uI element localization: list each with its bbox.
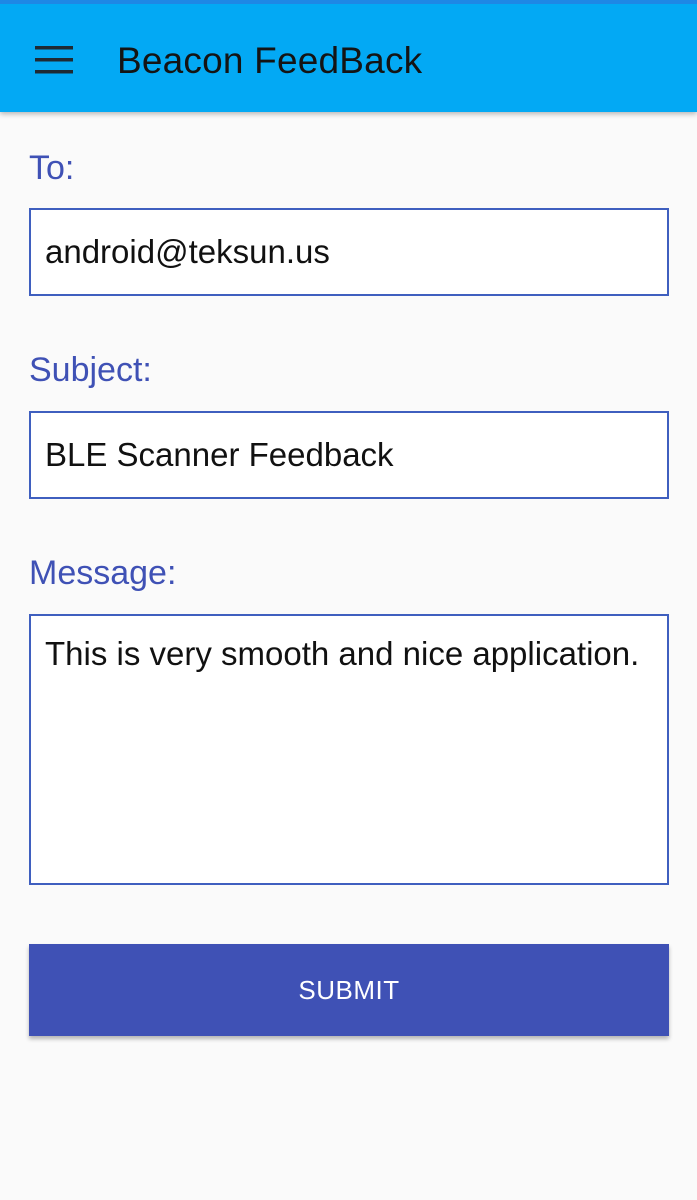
app-bar: Beacon FeedBack <box>0 0 697 112</box>
subject-label: Subject: <box>29 351 152 389</box>
subject-field[interactable] <box>29 411 669 499</box>
to-label: To: <box>29 149 75 187</box>
hamburger-menu-icon <box>35 46 73 74</box>
to-field[interactable] <box>29 208 669 296</box>
message-label: Message: <box>29 554 177 592</box>
hamburger-menu-button[interactable] <box>24 30 84 90</box>
message-field[interactable]: This is very smooth and nice application… <box>29 614 669 885</box>
page-title: Beacon FeedBack <box>117 40 423 81</box>
submit-button[interactable]: SUBMIT <box>29 944 669 1036</box>
